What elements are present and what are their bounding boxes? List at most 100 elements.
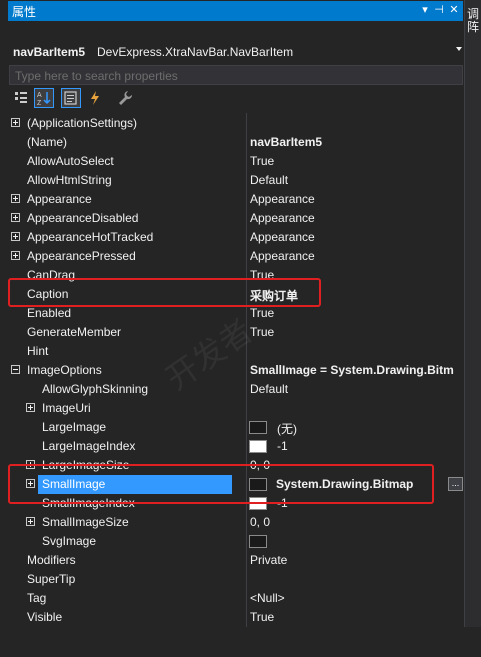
side-panel-strip[interactable]: 调 阵 [464,0,481,657]
object-selector[interactable]: navBarItem5 DevExpress.XtraNavBar.NavBar… [9,42,464,63]
property-row[interactable]: GenerateMember True [9,323,464,342]
expand-icon[interactable] [26,479,35,488]
property-name: SmallImageIndex [42,496,135,510]
property-name: SvgImage [42,534,97,548]
object-name: navBarItem5 [13,45,86,59]
property-value[interactable]: (无) [277,420,297,437]
property-row[interactable]: (ApplicationSettings) [9,114,464,133]
expand-icon[interactable] [11,232,20,241]
property-name: ImageUri [42,401,91,415]
description-panel [0,627,481,657]
expand-icon[interactable] [11,213,20,222]
expand-icon[interactable] [26,517,35,526]
property-row[interactable]: Appearance Appearance [9,190,464,209]
property-row[interactable]: ImageUri [9,399,464,418]
property-value[interactable]: navBarItem5 [250,135,322,149]
property-name: AppearanceHotTracked [27,230,154,244]
property-name: Modifiers [27,553,76,567]
pin-icon[interactable]: ⊣ [432,2,446,18]
expand-icon[interactable] [11,251,20,260]
property-value[interactable]: -1 [277,496,288,510]
property-value[interactable]: Private [250,553,287,567]
events-icon[interactable] [85,88,105,108]
close-icon[interactable]: ✕ [447,2,461,18]
wrench-icon[interactable] [115,88,135,108]
property-row[interactable]: Enabled True [9,304,464,323]
search-input[interactable]: Type here to search properties [9,65,463,85]
window-title: 属性 [12,5,37,19]
property-name: SmallImageSize [42,515,129,529]
property-value[interactable]: True [250,268,274,282]
property-value[interactable]: Appearance [250,211,315,225]
categorized-icon[interactable] [11,88,31,108]
property-value[interactable]: 0, 0 [250,458,270,472]
property-name: LargeImageSize [42,458,130,472]
property-name: (ApplicationSettings) [27,116,138,130]
title-bar-background [8,1,463,21]
svg-text:Z: Z [37,100,42,107]
property-row[interactable]: AllowAutoSelect True [9,152,464,171]
property-value[interactable]: True [250,610,274,624]
property-name: LargeImage [42,420,107,434]
expand-icon[interactable] [11,118,20,127]
property-value[interactable]: True [250,325,274,339]
window-title-bar[interactable]: 属性 ▾ ⊣ ✕ [0,0,481,22]
property-value[interactable]: 采购订单 [250,287,298,304]
property-row[interactable]: AllowGlyphSkinning Default [9,380,464,399]
expand-icon[interactable] [11,194,20,203]
property-row[interactable]: Hint [9,342,464,361]
property-value[interactable]: Default [250,173,288,187]
property-name: (Name) [27,135,68,149]
svg-text:A: A [37,92,42,99]
property-row[interactable]: LargeImageIndex -1 [9,437,464,456]
property-row[interactable]: SmallImage System.Drawing.Bitmap... [9,475,463,494]
property-row[interactable]: SuperTip [9,570,464,589]
property-row[interactable]: Visible True [9,608,464,627]
property-row[interactable]: SvgImage [9,532,464,551]
property-value[interactable]: Appearance [250,192,315,206]
property-row[interactable]: Tag <Null> [9,589,464,608]
object-type: DevExpress.XtraNavBar.NavBarItem [97,45,294,59]
property-value[interactable]: True [250,154,274,168]
property-value[interactable]: -1 [277,439,288,453]
property-row[interactable]: SmallImageIndex -1 [9,494,464,513]
property-value[interactable]: True [250,306,274,320]
property-row[interactable]: Caption 采购订单 [9,285,464,304]
property-value[interactable]: System.Drawing.Bitmap [276,477,413,491]
property-row[interactable]: LargeImageSize 0, 0 [9,456,464,475]
property-row[interactable]: LargeImage (无) [9,418,464,437]
collapse-icon[interactable] [11,365,20,374]
expand-icon[interactable] [26,460,35,469]
property-name: Hint [27,344,49,358]
property-value[interactable]: <Null> [250,591,285,605]
chevron-down-icon[interactable] [456,47,462,51]
property-row[interactable]: (Name) navBarItem5 [9,133,464,152]
property-value[interactable]: Appearance [250,249,315,263]
property-value[interactable]: Default [250,382,288,396]
property-grid: (ApplicationSettings) (Name) navBarItem5 Al… [9,113,464,627]
property-row[interactable]: SmallImageSize 0, 0 [9,513,464,532]
properties-icon[interactable] [61,88,81,108]
image-preview-swatch [249,497,267,510]
property-name: Tag [27,591,47,605]
property-row[interactable]: CanDrag True [9,266,464,285]
property-row[interactable]: AllowHtmlString Default [9,171,464,190]
image-preview-swatch [249,535,267,548]
dropdown-icon[interactable]: ▾ [418,2,432,18]
image-preview-swatch [249,440,267,453]
browse-button[interactable]: ... [448,477,463,491]
property-row[interactable]: AppearanceDisabled Appearance [9,209,464,228]
property-row[interactable]: ImageOptions SmallImage = System.Drawing.… [9,361,464,380]
property-name: Visible [27,610,63,624]
property-name: LargeImageIndex [42,439,136,453]
property-value[interactable]: Appearance [250,230,315,244]
expand-icon[interactable] [26,403,35,412]
side-panel-label: 调 阵 [467,7,480,34]
property-row[interactable]: AppearancePressed Appearance [9,247,464,266]
property-row[interactable]: AppearanceHotTracked Appearance [9,228,464,247]
alphabetical-icon[interactable]: AZ [34,88,54,108]
property-row[interactable]: Modifiers Private [9,551,464,570]
property-value[interactable]: 0, 0 [250,515,270,529]
property-toolbar: AZ [9,86,464,111]
property-value[interactable]: SmallImage = System.Drawing.Bitm [250,363,454,377]
